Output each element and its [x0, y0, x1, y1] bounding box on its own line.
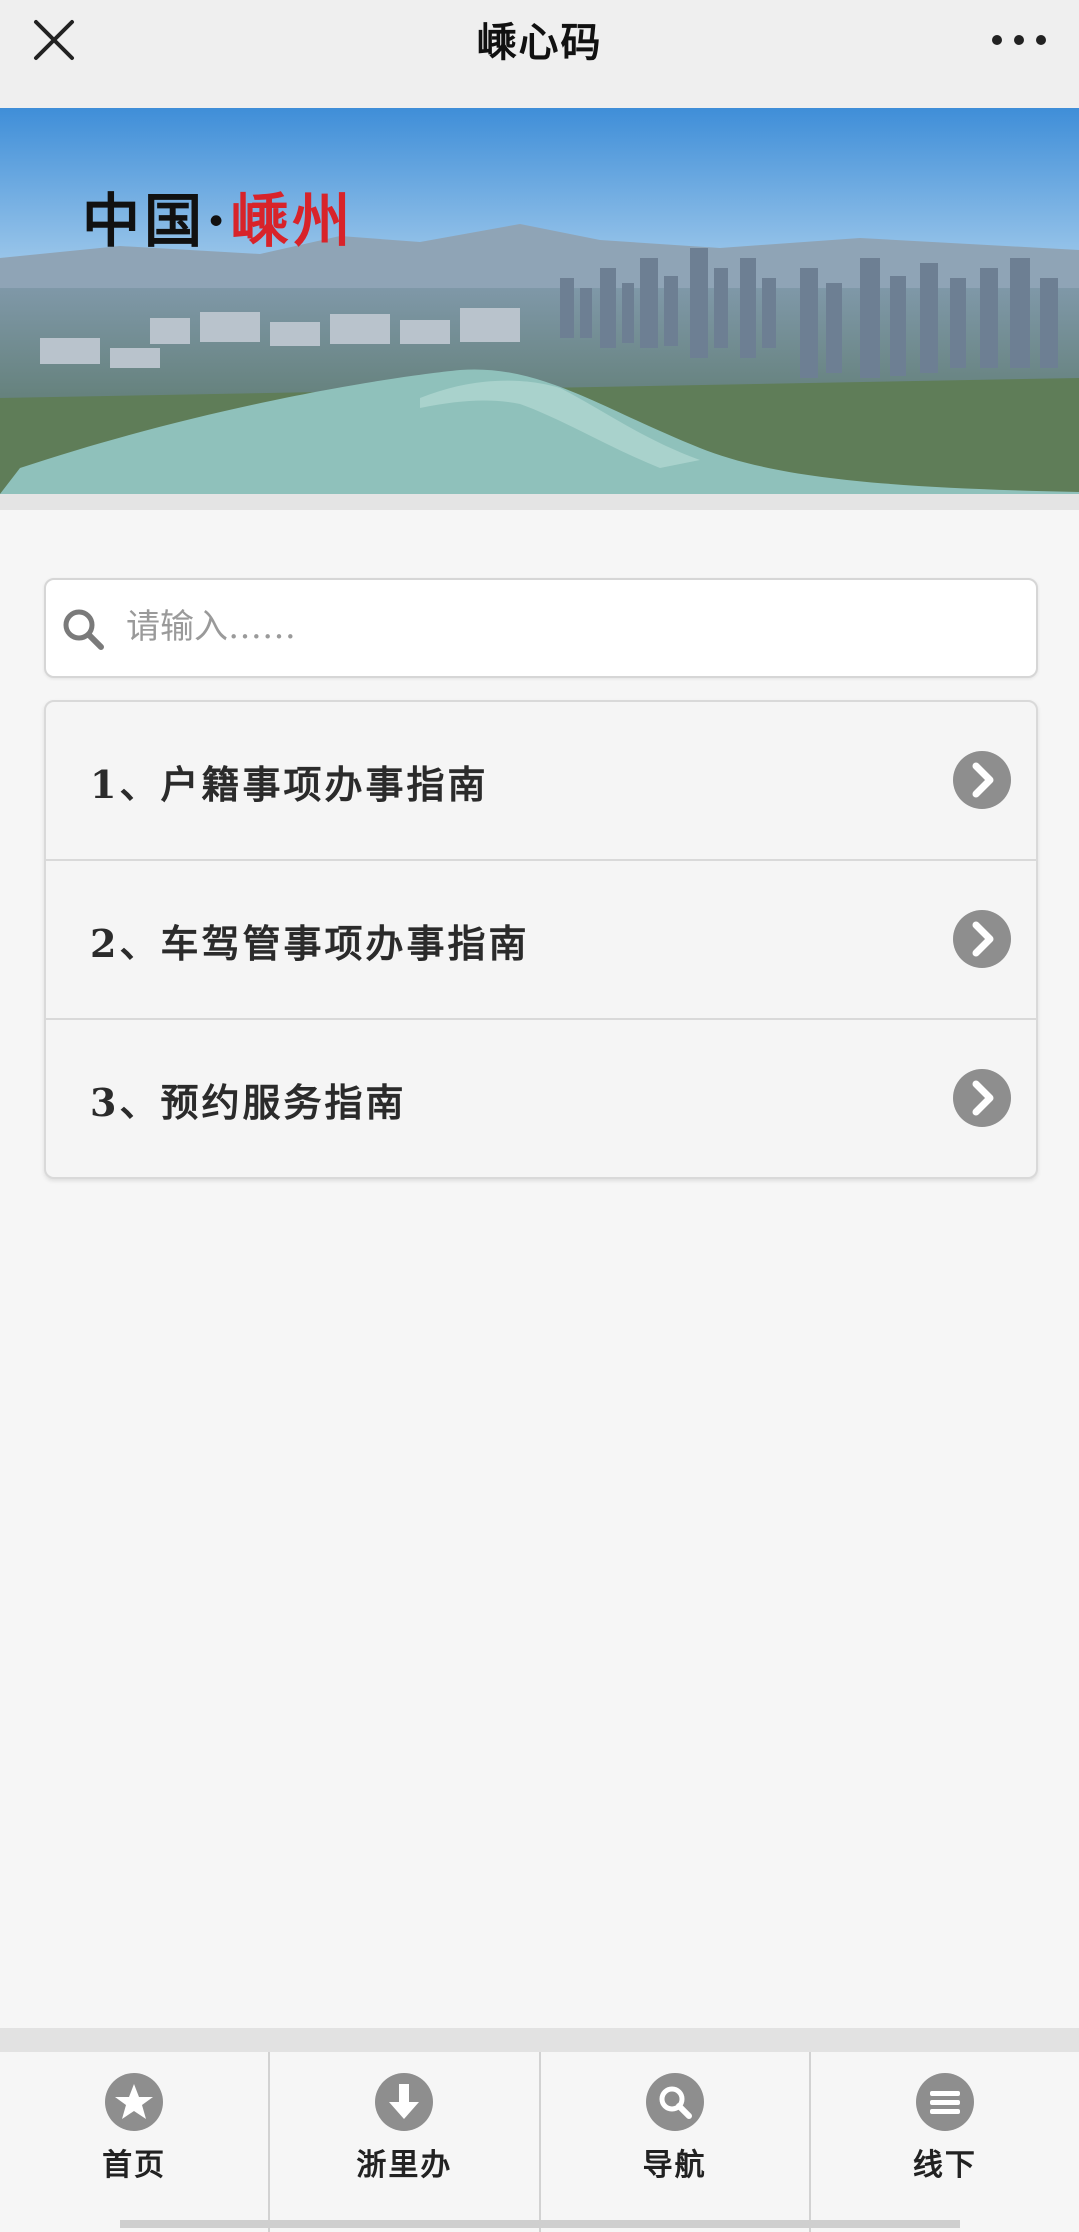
page-title: 嵊心码: [476, 19, 603, 66]
chevron-right-circle-icon: [953, 751, 1011, 809]
tab-zheliban[interactable]: 浙里办: [270, 2052, 541, 2232]
menu-lines-icon: [915, 2073, 974, 2131]
search-icon: [63, 609, 104, 650]
list-item-label: 2、车驾管事项办事指南: [90, 921, 530, 966]
top-bar: 嵊心码: [0, 0, 1079, 109]
tab-label: 首页: [102, 2148, 167, 2183]
tab-offline[interactable]: 线下: [810, 2052, 1079, 2232]
list-item-vehicle-guide[interactable]: 2、车驾管事项办事指南: [46, 861, 1036, 1020]
list-item-label: 3、预约服务指南: [90, 1080, 407, 1125]
list-item-appointment-guide[interactable]: 3、预约服务指南: [46, 1020, 1036, 1177]
star-icon: [105, 2073, 164, 2131]
more-dots-icon[interactable]: [987, 22, 1051, 58]
city-banner: 中国·嵊州: [0, 108, 1079, 494]
bottom-tab-bar: 首页 浙里办 导航 线下: [0, 2052, 1079, 2232]
guide-list: 1、户籍事项办事指南 2、车驾管事项办事指南 3、预约服务指南: [44, 700, 1038, 1179]
banner-caption: 中国·嵊州: [82, 174, 354, 258]
chevron-right-circle-icon: [953, 910, 1011, 968]
search-icon: [645, 2073, 704, 2131]
search-input[interactable]: [124, 596, 1008, 658]
tab-home[interactable]: 首页: [0, 2052, 271, 2232]
banner-divider: [0, 494, 1079, 510]
tab-label: 线下: [912, 2148, 977, 2183]
search-box[interactable]: [44, 578, 1038, 678]
banner-caption-city: 嵊州: [230, 187, 355, 255]
chevron-right-circle-icon: [953, 1069, 1011, 1127]
city-skyline-image: [0, 108, 1079, 494]
tab-label: 浙里办: [356, 2148, 453, 2183]
download-arrow-icon: [375, 2073, 434, 2131]
tab-label: 导航: [642, 2148, 707, 2183]
home-indicator: [120, 2220, 960, 2228]
banner-caption-prefix: 中国·: [82, 187, 231, 255]
tab-navigation[interactable]: 导航: [540, 2052, 811, 2232]
list-item-household-guide[interactable]: 1、户籍事项办事指南: [46, 702, 1036, 861]
tabbar-divider: [0, 2028, 1079, 2052]
list-item-label: 1、户籍事项办事指南: [90, 762, 489, 807]
